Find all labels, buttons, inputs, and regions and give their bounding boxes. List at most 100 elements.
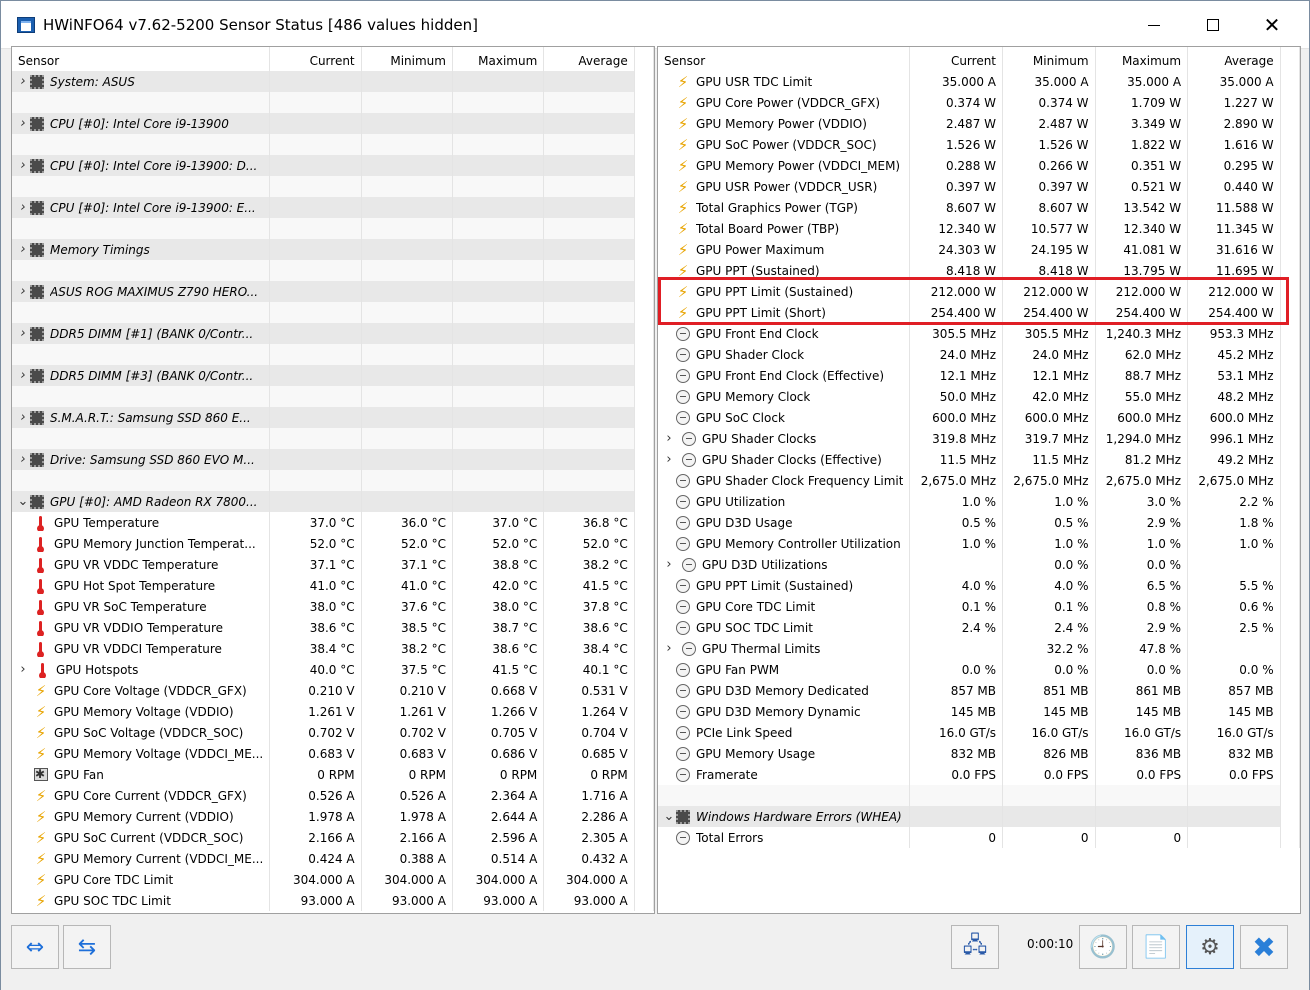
right-sensor-row[interactable]: ⚡ GPU USR Power (VDDCR_USR) 0.397 W 0.397 W… bbox=[658, 176, 1300, 197]
column-header-maximum[interactable]: Maximum bbox=[1095, 47, 1189, 71]
right-sensor-row[interactable]: GPU Memory Controller Utilization 1.0 % 1.… bbox=[658, 533, 1300, 554]
right-sensor-row[interactable]: ⚡ GPU Core Power (VDDCR_GFX) 0.374 W 0.374 … bbox=[658, 92, 1300, 113]
left-sensor-row[interactable]: GPU VR VDDIO Temperature 38.6 °C 38.5 °C 38… bbox=[12, 617, 654, 638]
right-sensor-row[interactable]: GPU Core TDC Limit 0.1 % 0.1 % 0.8 % 0.6 % bbox=[658, 596, 1300, 617]
chevron-right-icon[interactable]: › bbox=[16, 117, 30, 131]
chevron-right-icon[interactable]: › bbox=[662, 453, 676, 467]
column-header-minimum[interactable]: Minimum bbox=[361, 47, 453, 71]
right-sensor-row[interactable]: GPU SOC TDC Limit 2.4 % 2.4 % 2.9 % 2.5 % bbox=[658, 617, 1300, 638]
chevron-right-icon[interactable]: › bbox=[662, 642, 676, 656]
left-sensor-row[interactable]: ⚡ GPU Memory Voltage (VDDCI_ME... 0.683 V0… bbox=[12, 743, 654, 764]
chevron-right-icon[interactable]: › bbox=[16, 369, 30, 383]
right-sensor-row[interactable]: ⚡ Total Board Power (TBP) 12.340 W 10.577 W… bbox=[658, 218, 1300, 239]
left-group-row[interactable]: › S.M.A.R.T.: Samsung SSD 860 E... bbox=[12, 407, 654, 428]
chevron-right-icon[interactable]: › bbox=[16, 201, 30, 215]
left-sensor-row[interactable]: ⚡ GPU SoC Current (VDDCR_SOC) 2.166 A 2.166… bbox=[12, 827, 654, 848]
right-sensor-row[interactable]: GPU Shader Clock Frequency Limit 2,675.0 … bbox=[658, 470, 1300, 491]
left-group-row[interactable]: › CPU [#0]: Intel Core i9-13900: D... bbox=[12, 155, 654, 176]
right-sensor-row[interactable]: GPU Utilization 1.0 % 1.0 % 3.0 % 2.2 % bbox=[658, 491, 1300, 512]
chevron-right-icon[interactable]: › bbox=[16, 75, 30, 89]
right-sensor-row[interactable]: Total Errors 0 0 0 bbox=[658, 827, 1300, 848]
left-sensor-row[interactable]: ⚡ GPU Core Current (VDDCR_GFX) 0.526 A 0.52… bbox=[12, 785, 654, 806]
right-sensor-row[interactable]: ⚡ GPU PPT (Sustained) 8.418 W 8.418 W 13.795… bbox=[658, 260, 1300, 281]
right-sensor-row[interactable]: GPU Front End Clock (Effective) 12.1 MHz 1… bbox=[658, 365, 1300, 386]
right-sensor-row[interactable]: GPU D3D Usage 0.5 % 0.5 % 2.9 % 1.8 % bbox=[658, 512, 1300, 533]
right-sensor-row[interactable]: ⚡ GPU Memory Power (VDDCI_MEM) 0.288 W 0.26… bbox=[658, 155, 1300, 176]
minimize-button[interactable] bbox=[1125, 1, 1183, 49]
right-sensor-row[interactable]: GPU D3D Memory Dedicated 857 MB 851 MB 861 … bbox=[658, 680, 1300, 701]
left-sensor-row[interactable]: ⚡ GPU Core Voltage (VDDCR_GFX) 0.210 V 0.21… bbox=[12, 680, 654, 701]
logging-button[interactable]: 📄 bbox=[1132, 925, 1180, 969]
chevron-right-icon[interactable]: › bbox=[16, 243, 30, 257]
right-sensor-row[interactable]: GPU Front End Clock 305.5 MHz 305.5 MHz 1,2… bbox=[658, 323, 1300, 344]
left-sensor-row[interactable]: GPU VR VDDCI Temperature 38.4 °C 38.2 °C 38… bbox=[12, 638, 654, 659]
left-group-row[interactable]: › Drive: Samsung SSD 860 EVO M... bbox=[12, 449, 654, 470]
left-sensor-pane[interactable]: Sensor Current Minimum Maximum Average ›… bbox=[11, 46, 655, 914]
collapse-all-button[interactable]: ⇆ bbox=[63, 925, 111, 969]
right-sensor-row[interactable]: ⚡ GPU Memory Power (VDDIO) 2.487 W 2.487 W3… bbox=[658, 113, 1300, 134]
chevron-right-icon[interactable]: › bbox=[662, 558, 676, 572]
right-sensor-row[interactable]: ⚡ GPU Power Maximum 24.303 W 24.195 W 41.081… bbox=[658, 239, 1300, 260]
right-sensor-row[interactable]: Framerate 0.0 FPS 0.0 FPS 0.0 FPS 0.0 FPS bbox=[658, 764, 1300, 785]
chevron-right-icon[interactable]: › bbox=[16, 453, 30, 467]
left-sensor-row[interactable]: ⚡ GPU Memory Current (VDDIO) 1.978 A 1.978 … bbox=[12, 806, 654, 827]
right-sensor-row[interactable]: › GPU Shader Clocks 319.8 MHz 319.7 MHz 1,29… bbox=[658, 428, 1300, 449]
right-sensor-row[interactable]: GPU PPT Limit (Sustained) 4.0 % 4.0 % 6.5 %… bbox=[658, 575, 1300, 596]
right-sensor-row[interactable]: ⚡ GPU USR TDC Limit 35.000 A 35.000 A 35.000… bbox=[658, 71, 1300, 92]
chevron-right-icon[interactable]: › bbox=[16, 327, 30, 341]
left-sensor-row[interactable]: ⚡ GPU Memory Current (VDDCI_ME... 0.424 A0… bbox=[12, 848, 654, 869]
column-header-current[interactable]: Current bbox=[909, 47, 1004, 71]
column-header-average[interactable]: Average bbox=[1187, 47, 1281, 71]
left-sensor-row[interactable]: GPU Hot Spot Temperature 41.0 °C 41.0 °C 42… bbox=[12, 575, 654, 596]
left-group-row[interactable]: ⌄ GPU [#0]: AMD Radeon RX 7800... bbox=[12, 491, 654, 512]
right-sensor-row[interactable]: GPU Shader Clock 24.0 MHz 24.0 MHz 62.0 MHz… bbox=[658, 344, 1300, 365]
left-sensor-row[interactable]: ⚡ GPU SoC Voltage (VDDCR_SOC) 0.702 V 0.702… bbox=[12, 722, 654, 743]
left-group-row[interactable]: › DDR5 DIMM [#3] (BANK 0/Contr... bbox=[12, 365, 654, 386]
column-header-sensor[interactable]: Sensor bbox=[12, 47, 271, 71]
right-sensor-row[interactable]: › GPU D3D Utilizations 0.0 % 0.0 % bbox=[658, 554, 1300, 575]
right-sensor-row[interactable]: ⚡ GPU SoC Power (VDDCR_SOC) 1.526 W 1.526 W… bbox=[658, 134, 1300, 155]
left-group-row[interactable]: › Memory Timings bbox=[12, 239, 654, 260]
left-group-row[interactable]: › CPU [#0]: Intel Core i9-13900: E... bbox=[12, 197, 654, 218]
column-header-average[interactable]: Average bbox=[543, 47, 635, 71]
left-group-row[interactable]: › DDR5 DIMM [#1] (BANK 0/Contr... bbox=[12, 323, 654, 344]
right-sensor-row[interactable]: › GPU Shader Clocks (Effective) 11.5 MHz 11… bbox=[658, 449, 1300, 470]
right-sensor-row[interactable]: ⚡ GPU PPT Limit (Sustained) 212.000 W 212.0… bbox=[658, 281, 1300, 302]
column-header-current[interactable]: Current bbox=[269, 47, 362, 71]
left-group-row[interactable]: › System: ASUS bbox=[12, 71, 654, 92]
chevron-right-icon[interactable]: › bbox=[16, 285, 30, 299]
settings-button[interactable]: ⚙ bbox=[1186, 925, 1234, 969]
chevron-right-icon[interactable]: › bbox=[16, 411, 30, 425]
left-sensor-row[interactable]: GPU VR SoC Temperature 38.0 °C 37.6 °C 38.0… bbox=[12, 596, 654, 617]
right-sensor-row[interactable]: GPU D3D Memory Dynamic 145 MB 145 MB 145 MB… bbox=[658, 701, 1300, 722]
chevron-down-icon[interactable]: ⌄ bbox=[16, 495, 30, 509]
expand-all-button[interactable]: ⇔ bbox=[11, 925, 59, 969]
right-sensor-row[interactable]: GPU Memory Usage 832 MB 826 MB 836 MB 832 MB bbox=[658, 743, 1300, 764]
left-sensor-row[interactable]: GPU VR VDDC Temperature 37.1 °C 37.1 °C 38.… bbox=[12, 554, 654, 575]
left-sensor-row[interactable]: › GPU Hotspots 40.0 °C 37.5 °C 41.5 °C 40.1 °… bbox=[12, 659, 654, 680]
right-sensor-row[interactable]: ⚡ Total Graphics Power (TGP) 8.607 W 8.607 … bbox=[658, 197, 1300, 218]
network-button[interactable]: 🖧 bbox=[951, 925, 999, 969]
reset-timer-button[interactable]: 🕘 bbox=[1079, 925, 1127, 969]
right-sensor-row[interactable]: PCIe Link Speed 16.0 GT/s 16.0 GT/s 16.0 GT… bbox=[658, 722, 1300, 743]
close-sensors-button[interactable]: ✖ bbox=[1240, 925, 1288, 969]
close-button[interactable]: ✕ bbox=[1243, 1, 1301, 49]
chevron-right-icon[interactable]: › bbox=[16, 159, 30, 173]
right-sensor-pane[interactable]: Sensor Current Minimum Maximum Average ⚡… bbox=[657, 46, 1301, 914]
left-group-row[interactable]: › ASUS ROG MAXIMUS Z790 HERO... bbox=[12, 281, 654, 302]
chevron-down-icon[interactable]: ⌄ bbox=[662, 810, 676, 824]
right-sensor-row[interactable]: ⚡ GPU PPT Limit (Short) 254.400 W 254.400 W… bbox=[658, 302, 1300, 323]
left-sensor-row[interactable]: GPU Fan0 RPM0 RPM0 RPM0 RPM bbox=[12, 764, 654, 785]
maximize-button[interactable] bbox=[1184, 1, 1242, 49]
left-sensor-row[interactable]: ⚡ GPU SOC TDC Limit 93.000 A 93.000 A 93.000… bbox=[12, 890, 654, 911]
right-sensor-row[interactable]: › GPU Thermal Limits 32.2 % 47.8 % bbox=[658, 638, 1300, 659]
left-sensor-row[interactable]: ⚡ GPU Core TDC Limit 304.000 A 304.000 A 304… bbox=[12, 869, 654, 890]
left-sensor-row[interactable]: ⚡ GPU Memory Voltage (VDDIO) 1.261 V 1.261 … bbox=[12, 701, 654, 722]
chevron-right-icon[interactable]: › bbox=[16, 662, 30, 677]
left-group-row[interactable]: › CPU [#0]: Intel Core i9-13900 bbox=[12, 113, 654, 134]
left-sensor-row[interactable]: GPU Memory Junction Temperat... 52.0 °C 52… bbox=[12, 533, 654, 554]
right-sensor-row[interactable]: GPU Fan PWM 0.0 % 0.0 % 0.0 % 0.0 % bbox=[658, 659, 1300, 680]
right-sensor-row[interactable]: GPU Memory Clock 50.0 MHz 42.0 MHz 55.0 MHz… bbox=[658, 386, 1300, 407]
right-sensor-row[interactable]: GPU SoC Clock 600.0 MHz 600.0 MHz 600.0 MHz… bbox=[658, 407, 1300, 428]
column-header-sensor[interactable]: Sensor bbox=[658, 47, 911, 71]
